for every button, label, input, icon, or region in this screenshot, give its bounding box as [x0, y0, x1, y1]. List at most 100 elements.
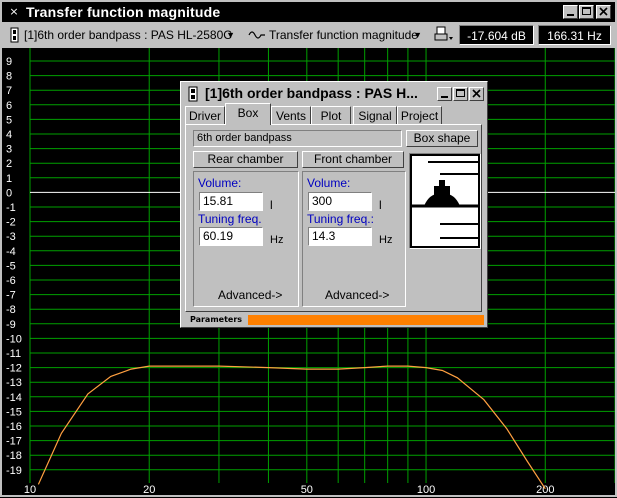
front-tuning-input[interactable]: 14.3: [308, 227, 372, 246]
window-title: Transfer function magnitude: [26, 4, 221, 20]
view-select[interactable]: Transfer function magnitude ▼: [245, 25, 425, 45]
front-tuning-label: Tuning freq.:: [307, 212, 374, 226]
close-icon: [599, 7, 608, 16]
front-volume-unit: l: [379, 198, 382, 212]
tab-signal[interactable]: Signal: [353, 106, 397, 124]
y-tick-label: -14: [6, 392, 22, 404]
box-parameters-dialog: [1]6th order bandpass : PAS H... Driver …: [180, 81, 488, 328]
front-volume-input[interactable]: 300: [308, 192, 372, 211]
magnitude-curve: [37, 365, 546, 490]
rear-volume-unit: l: [270, 198, 273, 212]
y-tick-label: -8: [6, 304, 16, 316]
y-tick-label: -5: [6, 260, 16, 272]
box-type-field: 6th order bandpass: [193, 130, 402, 147]
waveform-icon: [248, 31, 265, 39]
y-tick-label: -1: [6, 202, 16, 214]
dialog-title-bar[interactable]: [1]6th order bandpass : PAS H...: [183, 84, 485, 104]
rear-tuning-label: Tuning freq.: [198, 212, 262, 226]
y-tick-label: -19: [6, 465, 22, 477]
tab-plot[interactable]: Plot: [311, 106, 351, 124]
bandpass-box-diagram-icon: [410, 154, 480, 248]
x-tick-label: 10: [24, 484, 36, 495]
y-tick-label: -16: [6, 421, 22, 433]
level-readout: -17.604 dB: [459, 25, 534, 45]
dialog-close-button[interactable]: [469, 87, 484, 101]
y-tick-label: 0: [6, 187, 12, 199]
x-tick-label: 20: [143, 484, 155, 495]
project-select[interactable]: [1]6th order bandpass : PAS HL-2580C ▼: [6, 25, 238, 45]
x-tick-label: 50: [301, 484, 313, 495]
view-select-value: Transfer function magnitude: [269, 28, 418, 42]
chevron-down-icon: ▼: [413, 30, 422, 40]
status-label: Parameters: [184, 315, 248, 325]
close-icon: [472, 89, 481, 98]
y-tick-label: 4: [6, 129, 12, 141]
main-window: × Transfer function magnitude [1]6th ord…: [0, 0, 617, 497]
front-chamber-button[interactable]: Front chamber: [302, 151, 404, 168]
tab-driver[interactable]: Driver: [185, 106, 225, 124]
y-tick-label: -3: [6, 231, 16, 243]
front-advanced-link[interactable]: Advanced->: [325, 288, 389, 302]
project-select-value: [1]6th order bandpass : PAS HL-2580C: [24, 28, 232, 42]
x-tick-label: 200: [536, 484, 554, 495]
rear-volume-input[interactable]: 15.81: [199, 192, 263, 211]
box-diagram: [409, 153, 481, 249]
y-tick-label: 5: [6, 114, 12, 126]
toolbar: [1]6th order bandpass : PAS HL-2580C ▼ T…: [2, 23, 615, 47]
tab-vents[interactable]: Vents: [271, 106, 311, 124]
front-volume-label: Volume:: [307, 176, 351, 190]
y-tick-label: 8: [6, 71, 12, 83]
box-tab-panel: 6th order bandpass Box shape Rear chambe…: [185, 124, 482, 312]
dialog-title: [1]6th order bandpass : PAS H...: [205, 85, 418, 101]
y-tick-label: -9: [6, 319, 16, 331]
dialog-minimize-button[interactable]: [437, 87, 452, 101]
y-tick-label: -2: [6, 217, 16, 229]
tab-box[interactable]: Box: [225, 103, 271, 125]
rear-volume-label: Volume:: [198, 176, 242, 190]
title-bar[interactable]: × Transfer function magnitude: [2, 2, 615, 22]
x-tick-label: 100: [417, 484, 435, 495]
minimize-button[interactable]: [563, 5, 578, 19]
tab-project[interactable]: Project: [397, 106, 442, 124]
speaker-icon: [188, 86, 198, 102]
y-tick-label: -7: [6, 290, 16, 302]
maximize-icon: [582, 7, 591, 15]
y-tick-label: -10: [6, 333, 22, 345]
y-tick-label: -15: [6, 406, 22, 418]
maximize-icon: [456, 89, 465, 97]
y-tick-label: -6: [6, 275, 16, 287]
chevron-down-icon: ▼: [226, 30, 235, 40]
rear-chamber-group: Volume: 15.81 l Tuning freq. 60.19 Hz Ad…: [193, 171, 299, 307]
box-type-value: 6th order bandpass: [197, 132, 292, 144]
system-menu-icon[interactable]: ×: [7, 5, 21, 19]
y-tick-label: -17: [6, 436, 22, 448]
front-tuning-unit: Hz: [379, 234, 393, 246]
y-tick-label: 2: [6, 158, 12, 170]
frequency-readout: 166.31 Hz: [538, 25, 611, 45]
minimize-icon: [441, 96, 448, 98]
y-tick-label: -12: [6, 363, 22, 375]
y-tick-label: -13: [6, 377, 22, 389]
rear-tuning-unit: Hz: [270, 234, 284, 246]
y-tick-label: 7: [6, 85, 12, 97]
y-tick-label: 1: [6, 173, 12, 185]
front-chamber-group: Volume: 300 l Tuning freq.: 14.3 Hz Adva…: [302, 171, 406, 307]
y-tick-label: -11: [6, 348, 21, 360]
rear-chamber-button[interactable]: Rear chamber: [193, 151, 298, 168]
maximize-button[interactable]: [579, 5, 594, 19]
y-tick-label: 6: [6, 100, 12, 112]
speaker-icon: [10, 27, 19, 43]
printer-icon: [434, 26, 453, 41]
status-bar: Parameters: [184, 315, 484, 325]
close-button[interactable]: [596, 5, 611, 19]
print-button[interactable]: [432, 25, 456, 45]
y-tick-label: -18: [6, 450, 22, 462]
y-tick-label: 9: [6, 56, 12, 68]
rear-tuning-input[interactable]: 60.19: [199, 227, 263, 246]
dialog-maximize-button[interactable]: [453, 87, 468, 101]
y-tick-label: 3: [6, 144, 12, 156]
rear-advanced-link[interactable]: Advanced->: [218, 288, 282, 302]
minimize-icon: [567, 14, 574, 16]
y-tick-label: -4: [6, 246, 16, 258]
box-shape-button[interactable]: Box shape: [406, 130, 478, 147]
